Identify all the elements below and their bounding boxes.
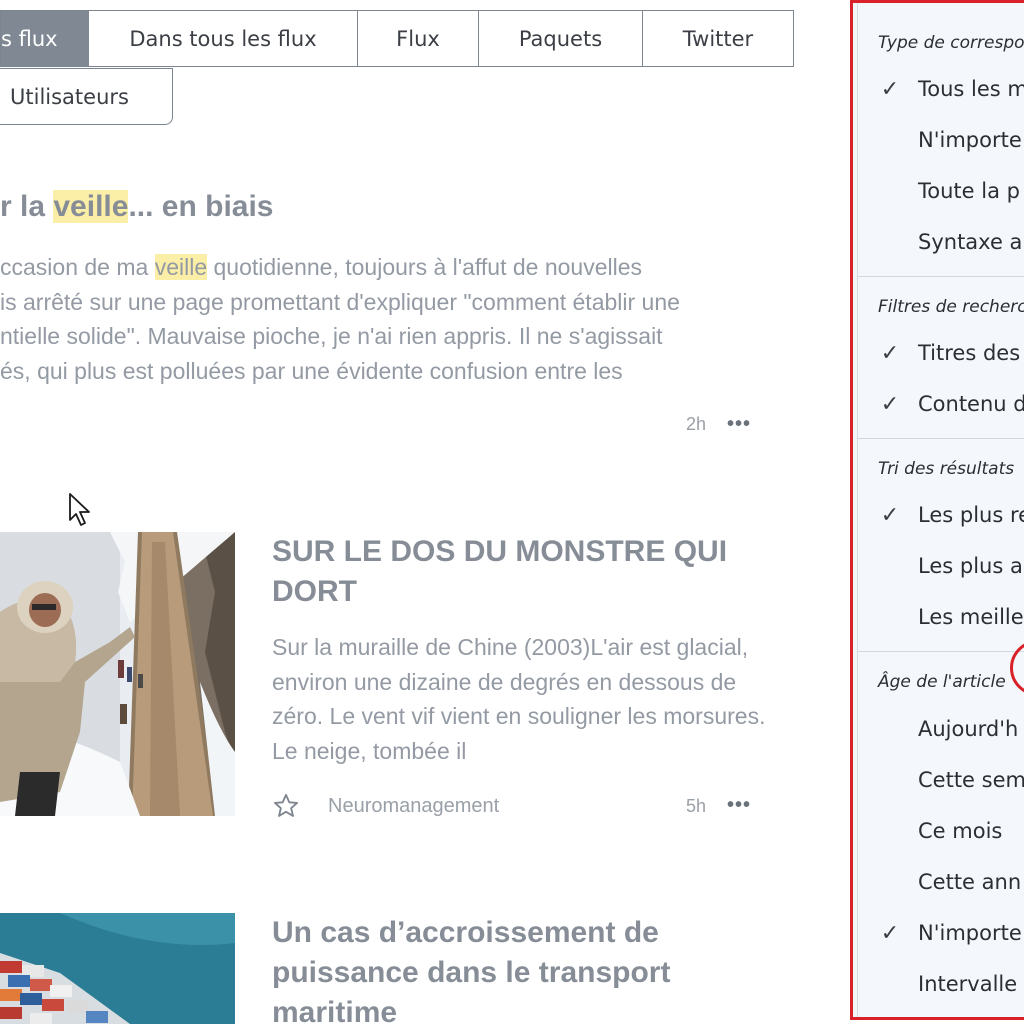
- checkmark-icon: ✓: [880, 76, 900, 102]
- option-this-month[interactable]: Ce mois: [858, 808, 1024, 854]
- option-today[interactable]: Aujourd'h: [858, 706, 1024, 752]
- mouse-cursor-icon: [69, 493, 90, 526]
- option-label: N'importe: [918, 128, 1022, 152]
- option-label: Contenu d: [918, 392, 1024, 416]
- option-titles[interactable]: ✓ Titres des: [858, 330, 1024, 376]
- dropdown-menu: Type de correspo ✓ Tous les m N'importe …: [857, 3, 1024, 1017]
- star-icon[interactable]: [272, 792, 300, 820]
- summary-line: is arrêté sur une page promettant d'expl…: [0, 288, 680, 315]
- option-label: N'importe: [918, 921, 1022, 945]
- tab-label: Twitter: [682, 26, 754, 51]
- article-thumbnail[interactable]: [0, 532, 235, 816]
- section-header-article-age: Âge de l'article: [878, 672, 1006, 692]
- tab-label: s flux: [1, 26, 58, 51]
- option-exact-phrase[interactable]: Toute la p: [858, 168, 1024, 214]
- option-all-words[interactable]: ✓ Tous les m: [858, 66, 1024, 112]
- summary-line: ntielle solide". Mauvaise pioche, je n'a…: [0, 323, 663, 349]
- search-highlight: veille: [154, 254, 208, 280]
- tab-dans-tous-les-flux[interactable]: Dans tous les flux: [89, 10, 358, 67]
- option-label: Tous les m: [918, 77, 1024, 101]
- option-label: Les plus a: [918, 554, 1023, 578]
- tab-label: Utilisateurs: [10, 84, 129, 109]
- option-this-week[interactable]: Cette sem: [858, 757, 1024, 803]
- tab-flux[interactable]: Flux: [358, 10, 479, 67]
- container-ship-photo: [0, 913, 235, 1024]
- divider: [858, 651, 1024, 652]
- option-best[interactable]: Les meille: [858, 594, 1024, 640]
- article-age: 2h: [686, 414, 707, 434]
- checkmark-icon: ✓: [880, 391, 900, 417]
- option-label: Cette ann: [918, 870, 1022, 894]
- option-oldest[interactable]: Les plus a: [858, 543, 1024, 589]
- article-title[interactable]: SUR LE DOS DU MONSTRE QUI DORT: [272, 532, 792, 612]
- tab-utilisateurs[interactable]: Utilisateurs: [0, 68, 173, 125]
- article-summary[interactable]: Sur la muraille de Chine (2003)L'air est…: [272, 630, 782, 770]
- option-any-word[interactable]: N'importe: [858, 117, 1024, 163]
- great-wall-snow-photo: [0, 532, 235, 816]
- checkmark-icon: ✓: [880, 920, 900, 946]
- article-title[interactable]: r la veille... en biais: [0, 190, 274, 224]
- option-label: Aujourd'h: [918, 717, 1019, 741]
- tab-label: Dans tous les flux: [129, 26, 317, 51]
- search-options-dropdown: Type de correspo ✓ Tous les m N'importe …: [850, 0, 1024, 1020]
- divider: [858, 276, 1024, 277]
- section-header-match-type: Type de correspo: [878, 33, 1024, 53]
- option-label: Les meille: [918, 605, 1024, 629]
- article-source[interactable]: Neuromanagement: [328, 795, 499, 818]
- search-highlight: veille: [53, 190, 129, 223]
- option-this-year[interactable]: Cette ann: [858, 859, 1024, 905]
- section-header-search-filters: Filtres de recherc: [878, 297, 1024, 317]
- article-title[interactable]: Un cas d’accroissement de puissance dans…: [272, 913, 792, 1024]
- more-options-button[interactable]: •••: [727, 413, 751, 436]
- option-most-recent[interactable]: ✓ Les plus re: [858, 492, 1024, 538]
- option-content[interactable]: ✓ Contenu d: [858, 381, 1024, 427]
- option-label: Ce mois: [918, 819, 1003, 843]
- option-label: Les plus re: [918, 503, 1024, 527]
- tab-label: Paquets: [518, 26, 603, 51]
- option-advanced-syntax[interactable]: Syntaxe a: [858, 219, 1024, 265]
- checkmark-icon: ✓: [880, 340, 900, 366]
- option-label: Syntaxe a: [918, 230, 1023, 254]
- article-age: 5h: [686, 796, 707, 816]
- option-label: Intervalle: [918, 972, 1018, 996]
- section-header-sort: Tri des résultats: [878, 459, 1015, 479]
- summary-line: és, qui plus est polluées par une éviden…: [0, 357, 623, 384]
- option-label: Toute la p: [918, 179, 1020, 203]
- tab-mes-flux[interactable]: s flux: [0, 10, 90, 67]
- divider: [858, 438, 1024, 439]
- option-any-time[interactable]: ✓ N'importe: [858, 910, 1024, 956]
- summary-line: ccasion de ma veille quotidienne, toujou…: [0, 254, 643, 280]
- tab-paquets[interactable]: Paquets: [479, 10, 643, 67]
- tab-label: Flux: [396, 26, 440, 51]
- article-summary[interactable]: ccasion de ma veille quotidienne, toujou…: [0, 250, 800, 388]
- option-label: Cette sem: [918, 768, 1024, 792]
- option-date-range[interactable]: Intervalle: [858, 961, 1024, 1007]
- article-thumbnail[interactable]: [0, 913, 235, 1024]
- checkmark-icon: ✓: [880, 502, 900, 528]
- more-options-button[interactable]: •••: [727, 794, 751, 817]
- tab-twitter[interactable]: Twitter: [643, 10, 794, 67]
- option-label: Titres des: [918, 341, 1021, 365]
